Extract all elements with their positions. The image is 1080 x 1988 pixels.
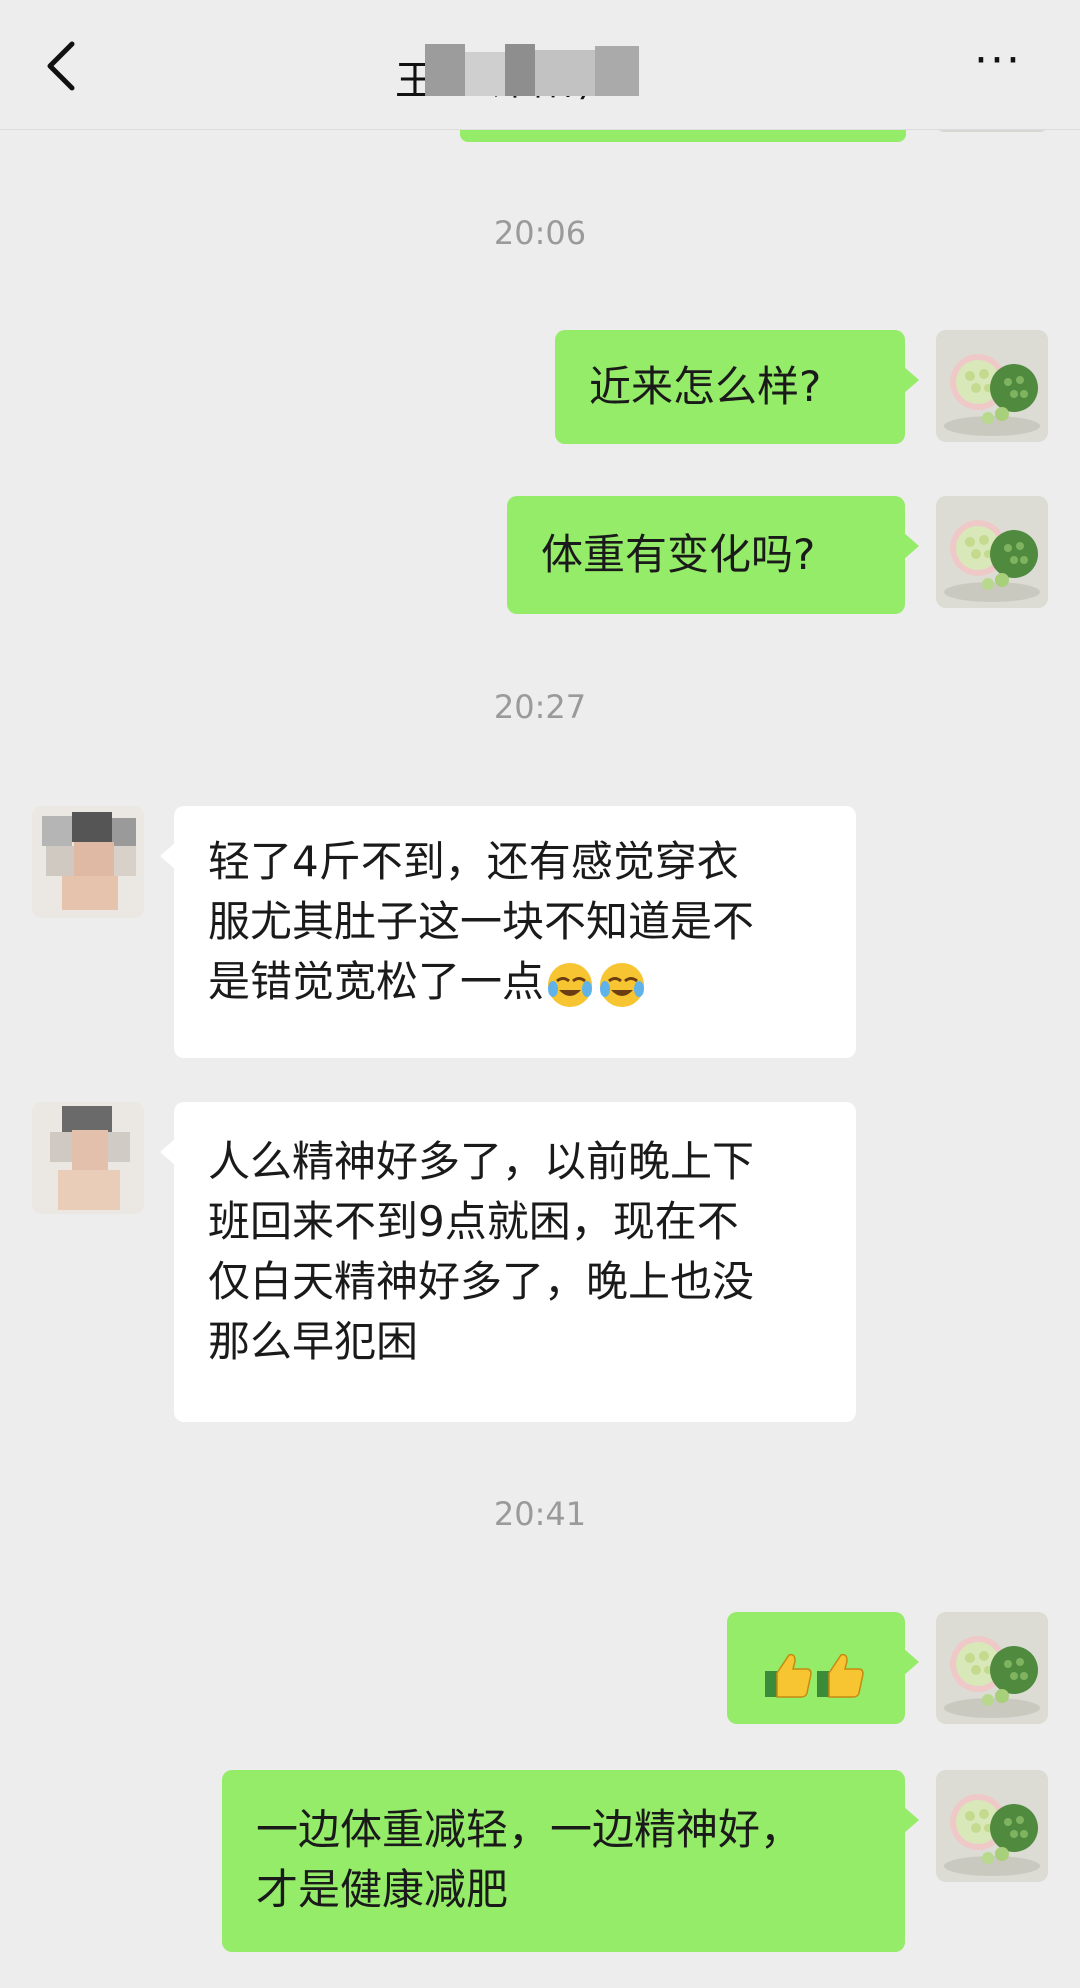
timestamp: 20:41 — [493, 1495, 587, 1533]
message-line-with-emoji: 是错觉宽松了一点 — [208, 952, 822, 1012]
message-line: 人么精神好多了，以前晚上下 — [208, 1137, 755, 1186]
crying-laughing-emoji-icon — [548, 962, 593, 1007]
lotus-seedpod-avatar-icon — [936, 496, 1048, 608]
self-avatar[interactable] — [936, 1612, 1048, 1724]
message-line: 才是健康减肥 — [256, 1865, 509, 1914]
chevron-left-icon — [47, 41, 75, 91]
blurred-person-avatar-icon — [32, 1102, 144, 1214]
lotus-seedpod-avatar-icon — [936, 330, 1048, 442]
crying-laughing-emoji-icon — [600, 962, 645, 1007]
chat-header: 王 · 谭阳) ··· — [0, 0, 1080, 130]
incoming-message[interactable]: 轻了4斤不到，还有感觉穿衣 服尤其肚子这一块不知道是不 是错觉宽松了一点 — [160, 806, 856, 1058]
message-line: 是错觉宽松了一点 — [208, 957, 545, 1006]
message-text: 体重有变化吗? — [541, 530, 816, 579]
title-blur-mask — [425, 44, 465, 96]
outgoing-message[interactable]: 体重有变化吗? — [507, 496, 919, 614]
message-text: 近来怎么样? — [589, 362, 822, 411]
incoming-message[interactable]: 人么精神好多了，以前晚上下 班回来不到9点就困，现在不 仅白天精神好多了，晚上也… — [160, 1102, 856, 1422]
thumbs-up-emoji-icon — [817, 1653, 864, 1698]
thumbs-up-emoji-icon — [765, 1653, 812, 1698]
more-options-button[interactable]: ··· — [968, 39, 1028, 86]
message-line: 服尤其肚子这一块不知道是不 — [208, 897, 755, 946]
outgoing-message[interactable] — [727, 1612, 919, 1724]
timestamp: 20:27 — [493, 688, 587, 726]
outgoing-message[interactable]: 近来怎么样? — [555, 330, 919, 444]
self-avatar[interactable] — [936, 330, 1048, 442]
outgoing-message[interactable]: 一边体重减轻，一边精神好， 才是健康减肥 — [222, 1770, 919, 1952]
blurred-person-avatar-icon — [32, 806, 144, 918]
contact-avatar[interactable] — [32, 1102, 144, 1214]
self-avatar[interactable] — [936, 496, 1048, 608]
title-blur-mask — [505, 44, 535, 96]
title-blur-mask — [535, 50, 595, 96]
chat-title: 王 · 谭阳) — [395, 44, 665, 104]
message-line: 轻了4斤不到，还有感觉穿衣 — [208, 837, 739, 886]
message-line: 那么早犯困 — [208, 1317, 419, 1366]
message-line: 班回来不到9点就困，现在不 — [208, 1197, 739, 1246]
self-avatar[interactable] — [936, 1770, 1048, 1882]
message-line: 仅白天精神好多了，晚上也没 — [208, 1257, 755, 1306]
lotus-seedpod-avatar-icon — [936, 1612, 1048, 1724]
title-blur-mask — [465, 52, 505, 96]
chat-screen: 王 · 谭阳) ··· 20:06 近来怎么样? 体 — [0, 0, 1080, 1988]
lotus-seedpod-avatar-icon — [936, 1770, 1048, 1882]
title-blur-mask — [595, 46, 639, 96]
timestamp: 20:06 — [493, 214, 587, 252]
contact-avatar[interactable] — [32, 806, 144, 918]
message-line: 一边体重减轻，一边精神好， — [256, 1805, 803, 1854]
back-button[interactable] — [38, 38, 88, 94]
